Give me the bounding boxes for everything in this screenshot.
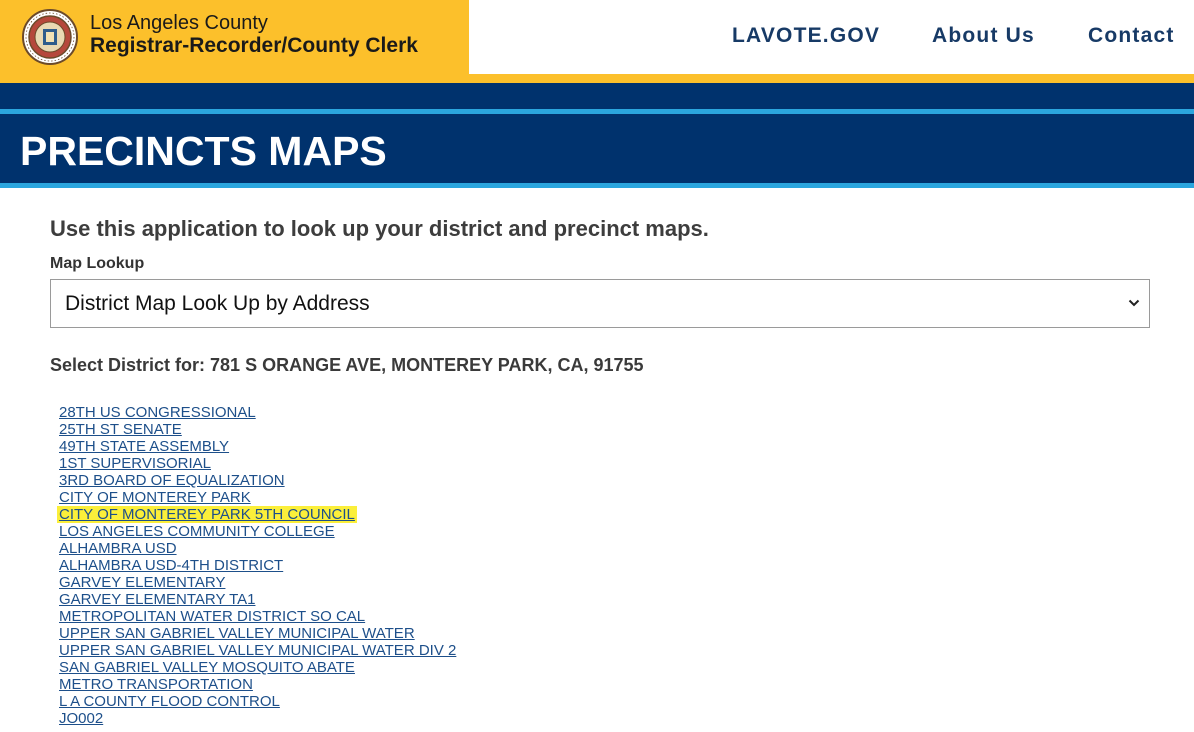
map-lookup-label: Map Lookup (50, 255, 145, 272)
list-item: 25TH ST SENATE (59, 421, 456, 438)
list-item: UPPER SAN GABRIEL VALLEY MUNICIPAL WATER… (59, 642, 456, 659)
district-link[interactable]: 49TH STATE ASSEMBLY (59, 438, 229, 455)
list-item: ALHAMBRA USD (59, 540, 456, 557)
brand-block[interactable]: Los Angeles County Registrar-Recorder/Co… (0, 0, 469, 74)
district-link[interactable]: SAN GABRIEL VALLEY MOSQUITO ABATE (59, 659, 355, 676)
district-link[interactable]: 25TH ST SENATE (59, 421, 182, 438)
list-item: ALHAMBRA USD-4TH DISTRICT (59, 557, 456, 574)
district-link[interactable]: L A COUNTY FLOOD CONTROL (59, 693, 280, 710)
intro-heading: Use this application to look up your dis… (50, 216, 709, 241)
district-link[interactable]: 3RD BOARD OF EQUALIZATION (59, 472, 285, 489)
list-item: 3RD BOARD OF EQUALIZATION (59, 472, 456, 489)
list-item: UPPER SAN GABRIEL VALLEY MUNICIPAL WATER (59, 625, 456, 642)
district-link[interactable]: METROPOLITAN WATER DISTRICT SO CAL (59, 608, 365, 625)
map-lookup-selected-value: District Map Look Up by Address (65, 292, 370, 315)
org-name-line1: Los Angeles County (90, 12, 268, 34)
list-item: CITY OF MONTEREY PARK (59, 489, 456, 506)
district-link[interactable]: GARVEY ELEMENTARY TA1 (59, 591, 255, 608)
list-item: METROPOLITAN WATER DISTRICT SO CAL (59, 608, 456, 625)
list-item-highlighted: CITY OF MONTEREY PARK 5TH COUNCIL (57, 506, 456, 523)
nav-link-about-us[interactable]: About Us (932, 24, 1035, 50)
district-link[interactable]: 1ST SUPERVISORIAL (59, 455, 211, 472)
org-name-line2: Registrar-Recorder/County Clerk (90, 34, 418, 57)
district-link[interactable]: 28TH US CONGRESSIONAL (59, 404, 256, 421)
district-link[interactable]: UPPER SAN GABRIEL VALLEY MUNICIPAL WATER… (59, 642, 456, 659)
select-district-heading: Select District for: 781 S ORANGE AVE, M… (50, 355, 644, 375)
header-gold-divider (0, 74, 1194, 83)
district-link-highlighted[interactable]: CITY OF MONTEREY PARK 5TH COUNCIL (57, 506, 357, 523)
list-item: GARVEY ELEMENTARY (59, 574, 456, 591)
county-seal-icon (22, 9, 78, 65)
nav-link-lavote[interactable]: LAVOTE.GOV (732, 24, 880, 50)
nav-link-contact[interactable]: Contact (1088, 24, 1175, 50)
district-link[interactable]: METRO TRANSPORTATION (59, 676, 253, 693)
district-link[interactable]: ALHAMBRA USD (59, 540, 177, 557)
list-item: LOS ANGELES COMMUNITY COLLEGE (59, 523, 456, 540)
district-link[interactable]: JO002 (59, 710, 103, 727)
list-item: 49TH STATE ASSEMBLY (59, 438, 456, 455)
map-lookup-select[interactable]: District Map Look Up by Address (50, 279, 1150, 328)
list-item: SAN GABRIEL VALLEY MOSQUITO ABATE (59, 659, 456, 676)
list-item: 28TH US CONGRESSIONAL (59, 404, 456, 421)
list-item: GARVEY ELEMENTARY TA1 (59, 591, 456, 608)
district-link[interactable]: CITY OF MONTEREY PARK (59, 489, 251, 506)
list-item: METRO TRANSPORTATION (59, 676, 456, 693)
list-item: L A COUNTY FLOOD CONTROL (59, 693, 456, 710)
header-navy-band (0, 83, 1194, 109)
district-list: 28TH US CONGRESSIONAL 25TH ST SENATE 49T… (57, 404, 456, 727)
title-blue-divider (0, 183, 1194, 188)
district-link[interactable]: GARVEY ELEMENTARY (59, 574, 225, 591)
list-item: 1ST SUPERVISORIAL (59, 455, 456, 472)
district-link[interactable]: UPPER SAN GABRIEL VALLEY MUNICIPAL WATER (59, 625, 415, 642)
site-header: Los Angeles County Registrar-Recorder/Co… (0, 0, 1194, 74)
district-link[interactable]: LOS ANGELES COMMUNITY COLLEGE (59, 523, 335, 540)
district-link[interactable]: ALHAMBRA USD-4TH DISTRICT (59, 557, 283, 574)
page-title: PRECINCTS MAPS (20, 128, 387, 174)
list-item: JO002 (59, 710, 456, 727)
chevron-down-icon (1128, 299, 1140, 307)
